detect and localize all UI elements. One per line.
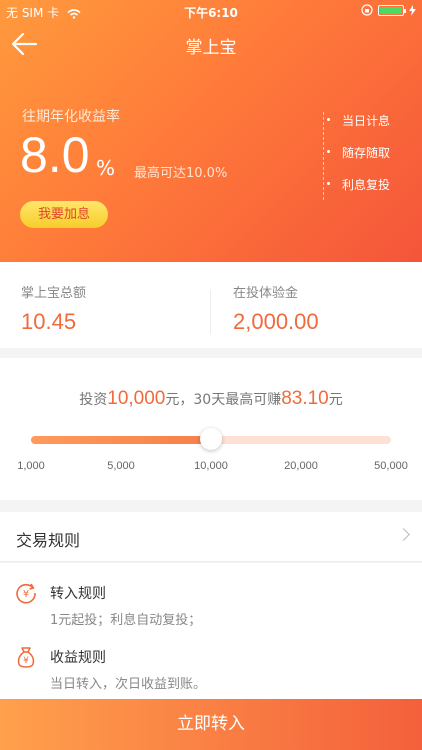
rule-item: ¥ 收益规则 当日转入，次日收益到账。 — [0, 637, 422, 699]
svg-text:¥: ¥ — [23, 589, 29, 600]
rule-description: 当日转入，次日收益到账。 — [50, 677, 207, 692]
rule-title: 转入规则 — [50, 586, 106, 602]
calc-prefix: 投资 — [79, 392, 108, 408]
feature-item: 当日计息 — [326, 112, 390, 144]
amount-slider-fill — [31, 436, 211, 444]
invest-amount: 10,000 — [107, 388, 166, 409]
max-earnings: 83.10 — [281, 388, 329, 409]
slider-tick-label: 50,000 — [374, 460, 408, 472]
rate-unit: % — [96, 156, 116, 180]
transfer-in-button[interactable]: 立即转入 — [0, 699, 422, 750]
feature-item: 随存随取 — [326, 144, 390, 176]
svg-text:¥: ¥ — [23, 656, 29, 666]
clock: 下午6:10 — [184, 6, 238, 20]
status-bar: 无 SIM 卡 下午6:10 — [0, 0, 422, 22]
chevron-right-icon — [397, 528, 410, 541]
trial-balance-label: 在投体验金 — [233, 286, 299, 301]
earnings-summary: 投资10,000元，30天最高可赚83.10元 — [0, 388, 422, 410]
earnings-calculator: 投资10,000元，30天最高可赚83.10元 1,000 5,000 10,0… — [0, 358, 422, 500]
nav-bar: 掌上宝 — [0, 22, 422, 66]
rate-value: 8.0 — [20, 127, 90, 183]
slider-tick-label: 10,000 — [194, 460, 228, 472]
rules-list: ¥ 转入规则 1元起投；利息自动复投； ¥ 收益规则 当日转入，次日收益到账。 — [0, 563, 422, 703]
slider-tick-label: 1,000 — [17, 460, 45, 472]
slider-tick-label: 20,000 — [284, 460, 318, 472]
battery-icon — [378, 4, 406, 16]
calc-middle: 元，30天最高可赚 — [165, 392, 282, 408]
slider-tick-label: 5,000 — [107, 460, 135, 472]
feature-list: 当日计息 随存随取 利息复投 — [323, 112, 390, 200]
calc-suffix: 元 — [328, 392, 343, 408]
hero-banner: 无 SIM 卡 下午6:10 掌上宝 往期年化收益率 8.0 % 最高可达10.… — [0, 0, 422, 262]
feature-item: 利息复投 — [326, 176, 390, 208]
trading-rules-link[interactable]: 交易规则 — [0, 512, 422, 562]
trial-balance-value: 2,000.00 — [233, 309, 319, 334]
rate-label: 往期年化收益率 — [22, 109, 120, 125]
boost-rate-button[interactable]: 我要加息 — [20, 201, 108, 228]
orientation-lock-icon — [361, 4, 373, 16]
trial-balance: 在投体验金 2,000.00 — [233, 282, 319, 335]
status-icons — [361, 4, 416, 16]
app-screen: 无 SIM 卡 下午6:10 掌上宝 往期年化收益率 8.0 % 最高可达10.… — [0, 0, 422, 750]
total-balance-value: 10.45 — [21, 309, 77, 334]
money-bag-icon: ¥ — [17, 647, 35, 668]
rule-description: 1元起投；利息自动复投； — [50, 613, 202, 628]
charging-icon — [409, 4, 416, 16]
rate-max-label: 最高可达10.0% — [134, 166, 228, 181]
total-balance-label: 掌上宝总额 — [21, 286, 87, 301]
page-title: 掌上宝 — [185, 38, 237, 58]
rule-item: ¥ 转入规则 1元起投；利息自动复投； — [0, 573, 422, 635]
transfer-in-icon: ¥ — [16, 583, 36, 604]
amount-slider-handle[interactable] — [200, 428, 222, 450]
divider — [210, 290, 211, 334]
rule-title: 收益规则 — [50, 650, 106, 666]
trading-rules-title: 交易规则 — [16, 531, 81, 550]
total-balance: 掌上宝总额 10.45 — [21, 282, 86, 335]
balance-card: 掌上宝总额 10.45 在投体验金 2,000.00 — [0, 262, 422, 348]
